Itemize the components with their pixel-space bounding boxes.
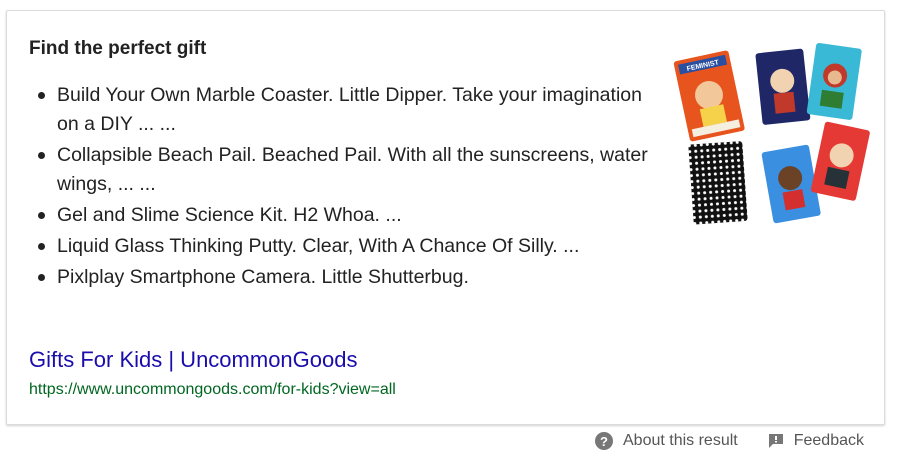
bullet-icon — [38, 243, 45, 250]
feedback-flag-icon — [768, 434, 783, 448]
bullet-icon — [38, 92, 45, 99]
list-item-text: Collapsible Beach Pail. Beached Pail. Wi… — [57, 144, 648, 195]
list-item-text: Pixlplay Smartphone Camera. Little Shutt… — [57, 266, 469, 288]
bullet-icon — [38, 212, 45, 219]
list-item: Collapsible Beach Pail. Beached Pail. Wi… — [29, 141, 649, 199]
featured-snippet-card: Find the perfect gift Build Your Own Mar… — [6, 10, 885, 425]
list-item: Pixlplay Smartphone Camera. Little Shutt… — [29, 263, 649, 292]
bullet-icon — [38, 274, 45, 281]
result-title-link[interactable]: Gifts For Kids | UncommonGoods — [29, 347, 358, 373]
list-item-text: Build Your Own Marble Coaster. Little Di… — [57, 84, 642, 135]
feedback-label: Feedback — [793, 432, 864, 449]
about-label: About this result — [623, 432, 738, 449]
list-item: Build Your Own Marble Coaster. Little Di… — [29, 81, 649, 139]
list-item-text: Liquid Glass Thinking Putty. Clear, With… — [57, 235, 580, 257]
snippet-list: Build Your Own Marble Coaster. Little Di… — [29, 81, 649, 294]
result-footer: ? About this result Feedback — [595, 432, 864, 450]
feedback-button[interactable]: Feedback — [768, 432, 864, 450]
product-thumbnail[interactable]: FEMINIST — [671, 33, 871, 233]
bullet-icon — [38, 152, 45, 159]
list-item-text: Gel and Slime Science Kit. H2 Whoa. ... — [57, 204, 402, 226]
result-url: https://www.uncommongoods.com/for-kids?v… — [29, 381, 396, 398]
question-circle-icon: ? — [595, 432, 613, 450]
about-this-result-button[interactable]: ? About this result — [595, 432, 738, 450]
snippet-heading: Find the perfect gift — [29, 38, 207, 59]
list-item: Liquid Glass Thinking Putty. Clear, With… — [29, 232, 649, 261]
list-item: Gel and Slime Science Kit. H2 Whoa. ... — [29, 201, 649, 230]
